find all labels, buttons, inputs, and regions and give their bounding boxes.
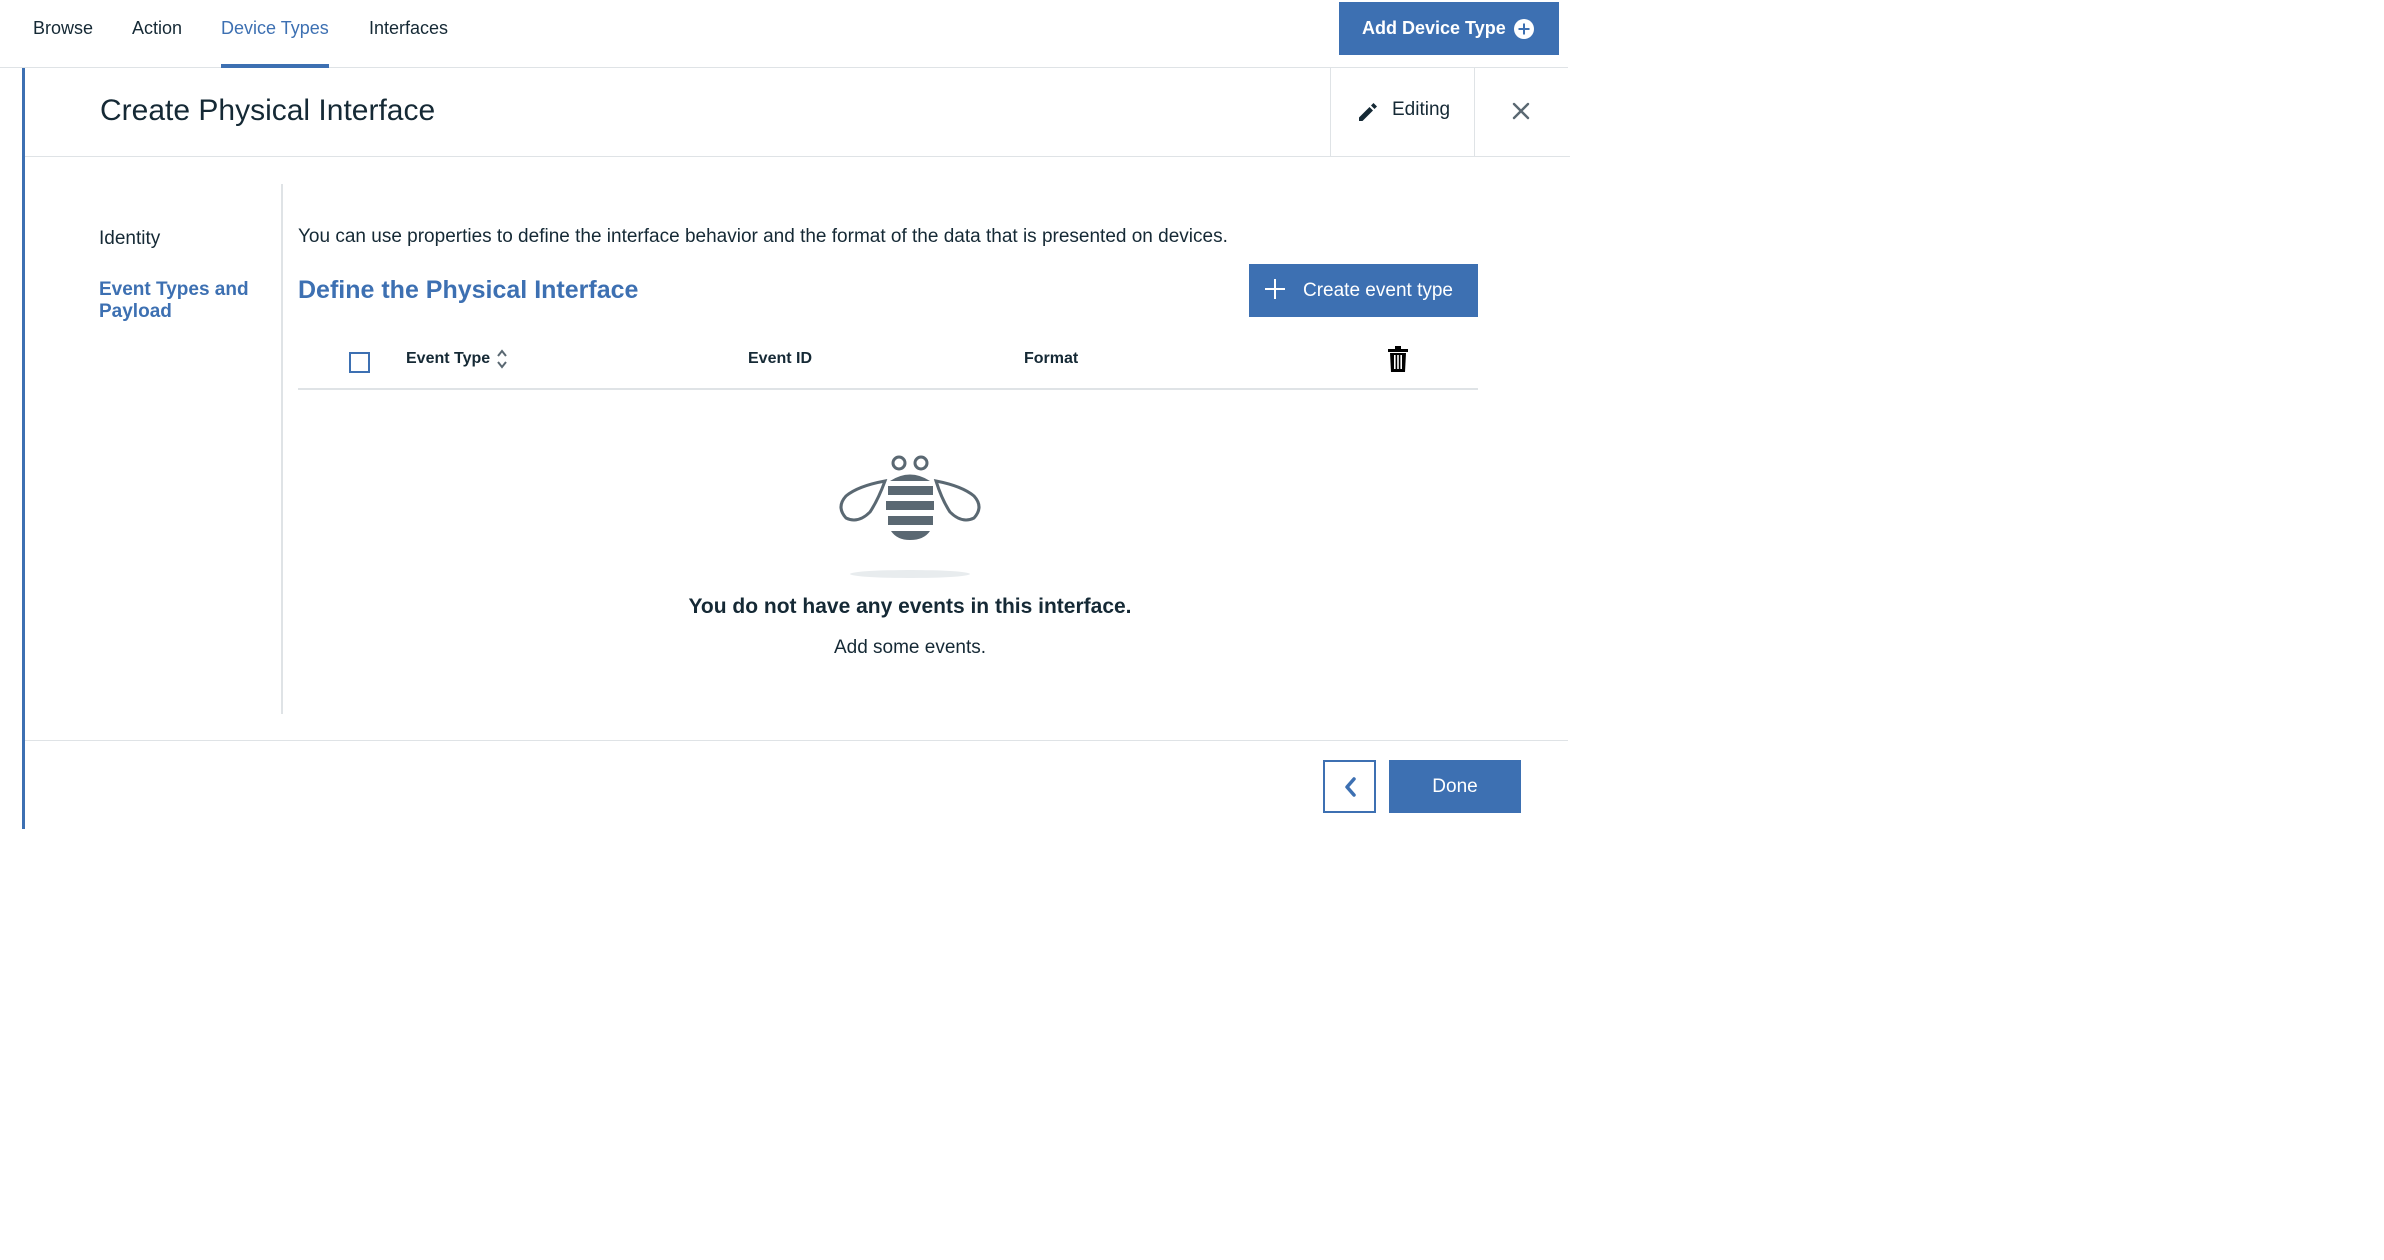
plus-icon <box>1265 279 1285 299</box>
section-title: Define the Physical Interface <box>298 276 639 304</box>
modal-header: Create Physical Interface Editing <box>25 68 1570 157</box>
column-event-type[interactable]: Event Type <box>406 350 490 368</box>
tab-browse[interactable]: Browse <box>33 0 93 68</box>
select-all-checkbox[interactable] <box>349 352 370 373</box>
plus-circle-icon <box>1514 19 1534 39</box>
close-icon <box>1512 102 1530 120</box>
column-format: Format <box>1024 350 1079 367</box>
trash-icon[interactable] <box>1387 346 1409 372</box>
modal-title: Create Physical Interface <box>100 94 436 127</box>
footer-divider <box>25 740 1568 741</box>
step-event-types-payload[interactable]: Event Types and Payload <box>99 279 269 323</box>
description-text: You can use properties to define the int… <box>298 226 1228 247</box>
chevron-left-icon <box>1345 777 1356 797</box>
done-button[interactable]: Done <box>1389 760 1521 813</box>
tab-interfaces[interactable]: Interfaces <box>369 0 448 68</box>
editing-label: Editing <box>1392 99 1451 120</box>
column-event-id: Event ID <box>748 350 813 367</box>
create-event-type-button[interactable]: Create event type <box>1249 264 1478 317</box>
bee-icon <box>839 455 981 578</box>
sort-icon[interactable] <box>496 348 508 370</box>
close-button[interactable] <box>1505 95 1537 127</box>
add-device-type-label: Add Device Type <box>1362 18 1506 38</box>
back-button[interactable] <box>1323 760 1376 813</box>
tab-action[interactable]: Action <box>132 0 182 68</box>
steps-divider <box>281 184 283 714</box>
create-interface-modal: Create Physical Interface Editing Identi… <box>22 68 1570 829</box>
empty-state-subtitle: Add some events. <box>833 637 987 658</box>
add-device-type-button[interactable]: Add Device Type <box>1339 2 1559 55</box>
top-navigation: Browse Action Device Types Interfaces Ad… <box>0 0 1568 68</box>
step-identity[interactable]: Identity <box>99 228 269 250</box>
tab-device-types[interactable]: Device Types <box>221 0 329 68</box>
create-event-type-label: Create event type <box>1303 280 1453 301</box>
events-table-header: Event Type Event ID Format <box>298 335 1478 390</box>
editing-indicator: Editing <box>1330 68 1475 157</box>
empty-state-title: You do not have any events in this inter… <box>688 595 1132 618</box>
pencil-icon <box>1359 103 1377 121</box>
